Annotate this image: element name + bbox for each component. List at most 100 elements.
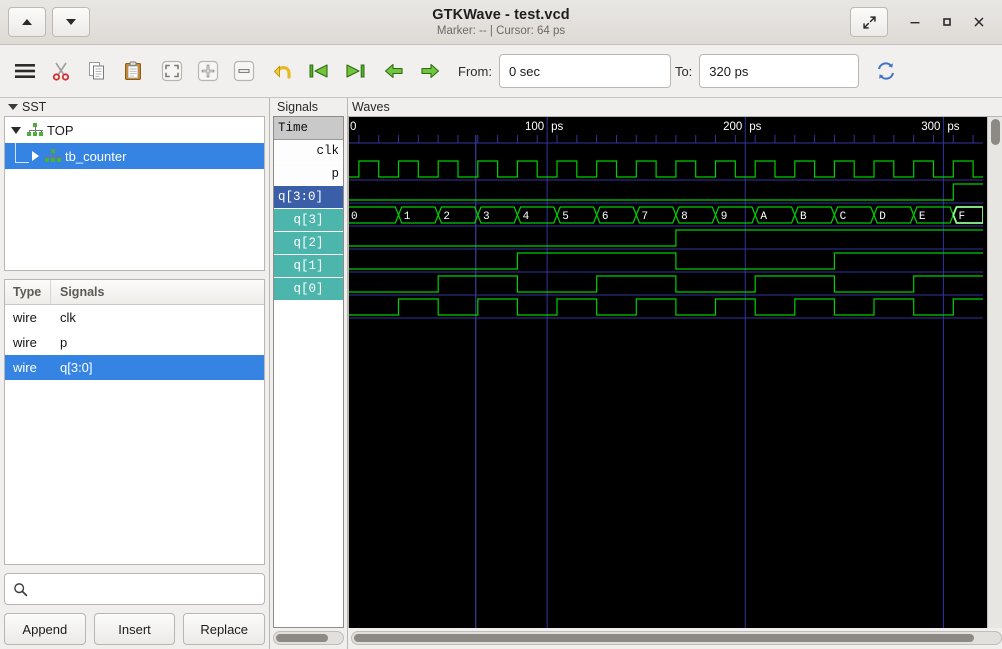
svg-text:4: 4 [523,211,530,223]
signals-pane-label: Signals [277,100,318,114]
signal-pane-hscrollbar[interactable] [273,631,344,645]
search-icon [14,582,28,596]
svg-text:6: 6 [602,211,609,223]
waves-pane-label: Waves [352,100,390,114]
zoom-in-button[interactable] [193,56,223,86]
cell-signal: p [60,335,68,350]
zoom-in-icon [197,60,219,82]
window-controls [850,0,994,44]
sst-header[interactable]: SST [4,98,265,116]
zoom-undo-button[interactable] [268,56,298,86]
fullscreen-button[interactable] [850,7,888,37]
close-icon [974,17,984,27]
cell-signal: clk [60,310,76,325]
cut-button[interactable] [46,56,76,86]
to-input[interactable]: 320 ps [699,54,860,88]
wave-vertical-scrollbar[interactable] [987,117,1002,628]
nav-down-button[interactable] [52,7,90,37]
go-to-start-button[interactable] [304,56,334,86]
zoom-out-icon [233,60,255,82]
signal-label: p [331,167,339,181]
previous-edge-button[interactable] [379,56,409,86]
append-button[interactable]: Append [4,613,86,645]
go-to-end-icon [346,64,365,78]
signal-row-q0[interactable]: q[0] [274,278,343,301]
triangle-up-icon [22,19,32,25]
svg-text:0: 0 [351,211,358,223]
signal-name-list[interactable]: Time clk p q[3:0] q[3] q[2] q[1] q[0] [273,116,344,628]
left-pane: SST TOP tb_counter Type Signals wire clk… [0,98,270,649]
signal-row-p[interactable]: p [274,163,343,186]
svg-text:200: 200 [723,121,742,133]
minimize-button[interactable] [900,7,930,37]
previous-edge-icon [384,63,403,79]
signal-row-q1[interactable]: q[1] [274,255,343,278]
chevron-down-icon[interactable] [11,126,21,134]
zoom-out-button[interactable] [229,56,259,86]
undo-icon [273,65,291,79]
signal-row-q-bus[interactable]: q[3:0] [274,186,343,209]
replace-button[interactable]: Replace [183,613,266,645]
svg-text:5: 5 [562,211,569,223]
insert-button[interactable]: Insert [93,613,176,645]
scrollbar-thumb[interactable] [991,119,1000,145]
maximize-button[interactable] [932,7,962,37]
signal-label: q[1] [293,259,324,273]
wave-horizontal-scrollbar[interactable] [351,631,1002,645]
sst-tree[interactable]: TOP tb_counter [4,116,265,271]
wave-frame: 0 100 ps 200 ps 300 ps 0 1 2 3 4 5 6 7 8 9 A B C D E F [348,116,1002,628]
go-to-end-button[interactable] [340,56,370,86]
tree-item-tb-counter[interactable]: tb_counter [5,142,264,169]
waveform-svg[interactable]: 0 100 ps 200 ps 300 ps 0 1 2 3 4 5 6 7 8 9 A B C D E F [349,117,983,628]
reload-button[interactable] [871,56,901,86]
nav-up-button[interactable] [8,7,46,37]
search-area: Append Insert Replace [4,573,266,645]
menu-icon [15,64,35,78]
column-header-signals: Signals [60,285,105,299]
paste-button[interactable] [118,56,148,86]
cell-type: wire [13,360,37,375]
reload-icon [878,62,895,80]
cell-type: wire [13,335,37,350]
signal-row-q2[interactable]: q[2] [274,232,343,255]
scrollbar-thumb[interactable] [354,634,974,642]
signal-label: clk [316,144,339,158]
signal-row-clk[interactable]: clk [274,140,343,163]
hierarchy-icon [45,149,61,163]
to-value: 320 ps [709,63,749,79]
from-value: 0 sec [508,63,541,79]
chevron-right-icon[interactable] [32,151,39,161]
action-buttons: Append Insert Replace [4,613,266,645]
next-edge-button[interactable] [415,56,445,86]
from-input[interactable]: 0 sec [498,54,671,88]
copy-icon [89,62,104,80]
go-to-start-icon [309,64,328,78]
svg-text:9: 9 [721,211,728,223]
cut-icon [52,62,70,81]
table-row[interactable]: wire p [5,330,264,355]
wave-canvas[interactable]: 0 100 ps 200 ps 300 ps 0 1 2 3 4 5 6 7 8 9 A B C D E F [349,117,987,628]
table-row[interactable]: wire clk [5,305,264,330]
svg-text:2: 2 [443,211,450,223]
signal-name-pane: Signals Time clk p q[3:0] q[3] q[2] q[1]… [270,98,348,649]
tree-item-top[interactable]: TOP [5,117,264,143]
signal-row-q3[interactable]: q[3] [274,209,343,232]
next-edge-icon [421,63,440,79]
svg-text:C: C [840,211,847,223]
zoom-fit-button[interactable] [157,56,187,86]
table-row[interactable]: wire q[3:0] [5,355,264,380]
signal-label: q[0] [293,282,324,296]
search-box[interactable] [4,573,265,605]
svg-text:1: 1 [404,211,411,223]
column-header-type: Type [5,280,51,304]
menu-button[interactable] [10,56,40,86]
signal-label: q[3:0] [278,190,324,204]
signal-row-time[interactable]: Time [274,117,343,140]
close-button[interactable] [964,7,994,37]
scrollbar-thumb[interactable] [276,634,328,642]
signal-label: Time [278,121,309,135]
search-input[interactable] [34,581,256,597]
copy-button[interactable] [82,56,112,86]
svg-text:E: E [919,211,926,223]
waves-pane-header: Waves [348,98,1002,116]
